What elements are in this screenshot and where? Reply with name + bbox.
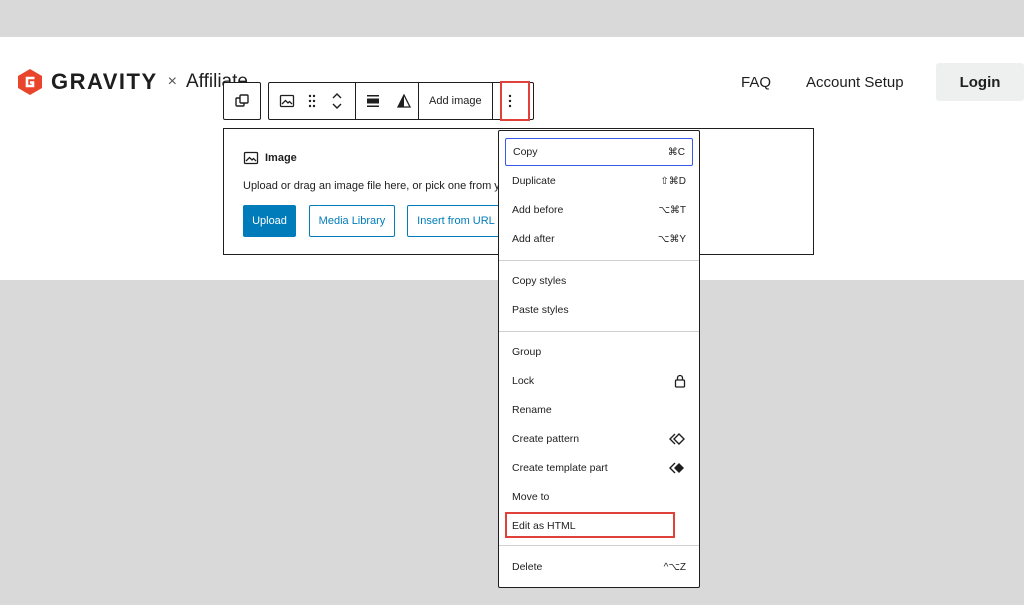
- transform-button[interactable]: [224, 83, 260, 119]
- edit-as-html-highlight: [505, 512, 675, 538]
- align-button[interactable]: [356, 83, 390, 119]
- menu-item-label: Copy: [513, 146, 538, 158]
- menu-item-label: Paste styles: [512, 304, 569, 316]
- menu-item-shortcut: ⌥⌘T: [658, 204, 686, 216]
- site-logo[interactable]: GRAVITY × Affiliate: [17, 67, 248, 97]
- nav-link-account-setup[interactable]: Account Setup: [806, 74, 904, 91]
- menu-item-group[interactable]: Group: [505, 338, 693, 366]
- page-top-band: [0, 0, 1024, 37]
- upload-button[interactable]: Upload: [243, 205, 296, 237]
- lock-icon: [674, 374, 686, 388]
- menu-item-label: Add after: [512, 233, 555, 245]
- duotone-icon: [397, 94, 411, 108]
- menu-item-add-before[interactable]: Add before ⌥⌘T: [505, 196, 693, 224]
- align-icon: [367, 95, 379, 107]
- menu-item-paste-styles[interactable]: Paste styles: [505, 296, 693, 324]
- toolbar-main-group: Add image: [268, 82, 534, 120]
- menu-item-create-pattern[interactable]: Create pattern: [505, 425, 693, 453]
- logo-separator: ×: [167, 73, 177, 90]
- menu-separator: [499, 545, 699, 546]
- move-buttons: [319, 83, 355, 119]
- logo-text: GRAVITY: [51, 69, 158, 94]
- image-icon: [243, 151, 259, 165]
- menu-item-label: Duplicate: [512, 175, 556, 187]
- pattern-icon: [669, 433, 685, 445]
- menu-item-label: Lock: [512, 375, 535, 387]
- menu-item-create-template-part[interactable]: Create template part: [505, 454, 693, 482]
- media-library-button[interactable]: Media Library: [309, 205, 395, 237]
- menu-item-label: Create pattern: [512, 433, 580, 445]
- move-down-icon[interactable]: [331, 101, 343, 111]
- menu-item-label: Delete: [512, 561, 543, 573]
- transform-icon: [235, 94, 249, 107]
- menu-item-shortcut: ⇧⌘D: [660, 175, 686, 187]
- image-icon: [279, 94, 295, 108]
- toolbar-transform-group: [223, 82, 261, 120]
- menu-separator: [499, 260, 699, 261]
- menu-item-label: Add before: [512, 204, 564, 216]
- menu-item-add-after[interactable]: Add after ⌥⌘Y: [505, 225, 693, 253]
- move-up-icon[interactable]: [331, 91, 343, 101]
- placeholder-title: Image: [243, 150, 297, 166]
- gravity-logo-icon: [18, 69, 42, 95]
- menu-item-move-to[interactable]: Move to: [505, 483, 693, 511]
- menu-item-lock[interactable]: Lock: [505, 367, 693, 395]
- placeholder-title-text: Image: [265, 152, 297, 164]
- template-part-icon: [669, 462, 684, 474]
- menu-item-duplicate[interactable]: Duplicate ⇧⌘D: [505, 167, 693, 195]
- menu-item-copy-styles[interactable]: Copy styles: [505, 267, 693, 295]
- menu-item-label: Copy styles: [512, 275, 567, 287]
- more-options-highlight: [500, 81, 530, 121]
- nav-link-faq[interactable]: FAQ: [741, 74, 771, 91]
- menu-item-label: Group: [512, 346, 542, 358]
- drag-handle[interactable]: [305, 83, 319, 119]
- menu-item-copy[interactable]: Copy ⌘C: [505, 138, 693, 166]
- menu-item-label: Move to: [512, 491, 550, 503]
- menu-item-shortcut: ^⌥Z: [663, 561, 686, 573]
- block-type-button[interactable]: [269, 83, 305, 119]
- drag-handle-icon: [308, 94, 316, 108]
- menu-item-delete[interactable]: Delete ^⌥Z: [505, 553, 693, 581]
- menu-separator: [499, 331, 699, 332]
- menu-item-label: Rename: [512, 404, 552, 416]
- add-image-button[interactable]: Add image: [419, 83, 492, 119]
- insert-from-url-button[interactable]: Insert from URL: [407, 205, 505, 237]
- login-button[interactable]: Login: [936, 63, 1024, 101]
- placeholder-description: Upload or drag an image file here, or pi…: [243, 180, 506, 192]
- menu-item-shortcut: ⌘C: [667, 146, 685, 158]
- menu-item-label: Create template part: [512, 462, 608, 474]
- menu-item-rename[interactable]: Rename: [505, 396, 693, 424]
- duotone-button[interactable]: [390, 83, 418, 119]
- menu-item-shortcut: ⌥⌘Y: [657, 233, 686, 245]
